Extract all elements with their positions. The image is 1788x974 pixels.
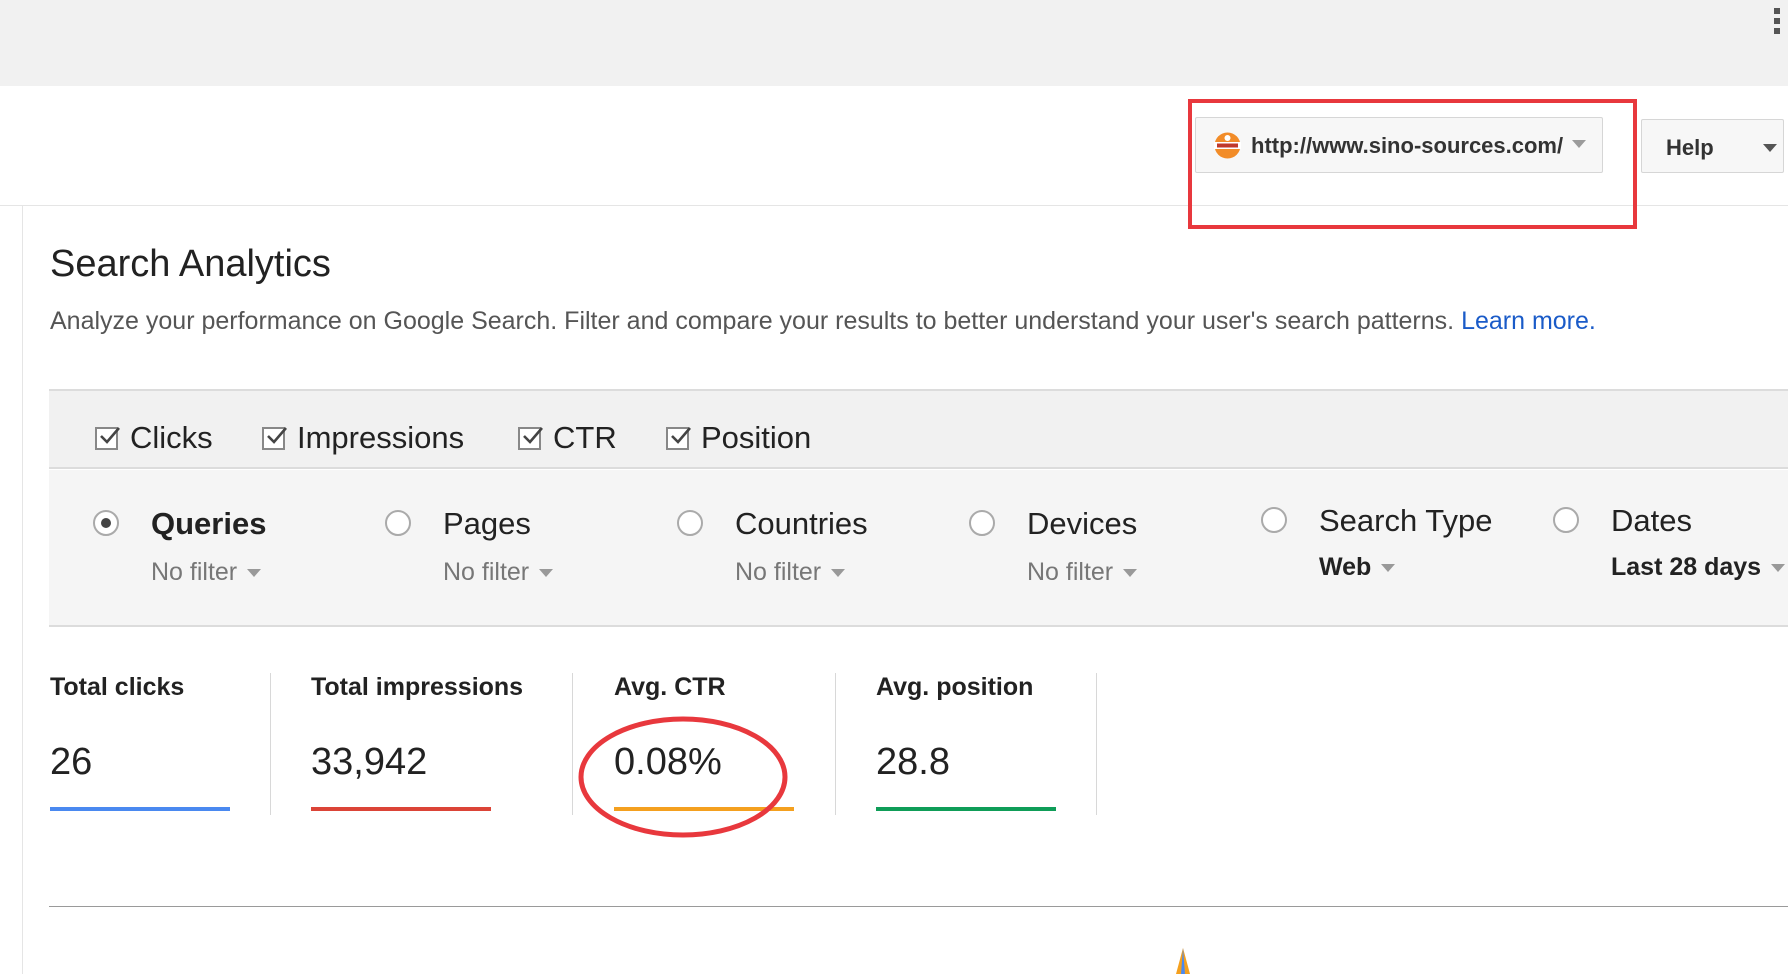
metric-label: Impressions: [297, 420, 465, 455]
metric-checkbox-position[interactable]: Position: [666, 420, 812, 455]
stat-total-impressions[interactable]: Total impressions 33,942: [311, 673, 524, 811]
checkbox-icon[interactable]: [666, 426, 691, 450]
dimension-filter-dropdown[interactable]: No filter: [151, 558, 262, 587]
metrics-bar: Clicks Impressions CTR Position: [49, 389, 1788, 469]
chevron-down-icon: [831, 569, 846, 578]
stat-label: Total impressions: [311, 673, 524, 701]
metric-label: Clicks: [130, 420, 213, 455]
stat-divider: [270, 673, 271, 815]
checkbox-icon[interactable]: [95, 426, 120, 450]
filter-value: No filter: [443, 558, 530, 586]
metric-label: Position: [701, 420, 812, 455]
dimension-name: Pages: [443, 506, 531, 541]
dimension-filter-dropdown[interactable]: No filter: [443, 558, 554, 587]
description-text: Analyze your performance on Google Searc…: [50, 307, 1455, 335]
filter-value: No filter: [735, 558, 822, 586]
chevron-down-icon: [1381, 564, 1396, 573]
dimension-name: Devices: [1027, 506, 1138, 541]
stat-label: Avg. CTR: [614, 673, 726, 701]
filter-value: No filter: [1027, 558, 1114, 586]
radio-icon[interactable]: [385, 510, 411, 536]
stat-total-clicks[interactable]: Total clicks 26: [50, 673, 230, 811]
browser-top-bar: [0, 0, 1788, 86]
stat-color-bar: [311, 807, 491, 811]
help-label: Help: [1666, 135, 1714, 160]
metric-checkbox-impressions[interactable]: Impressions: [262, 420, 465, 455]
checkbox-icon[interactable]: [262, 426, 287, 450]
annotation-highlight-box: [1188, 99, 1637, 229]
dimension-name: Queries: [151, 506, 267, 541]
dimension-filter-dropdown[interactable]: No filter: [735, 558, 846, 587]
annotation-circle: [578, 716, 788, 838]
filter-value: Last 28 days: [1611, 553, 1762, 581]
stat-label: Avg. position: [876, 673, 1034, 701]
stat-value: 33,942: [311, 741, 428, 783]
radio-selected-icon[interactable]: [93, 510, 119, 536]
page-description: Analyze your performance on Google Searc…: [50, 307, 1596, 336]
dimension-name: Dates: [1611, 503, 1692, 538]
dimensions-bar: Queries No filter Pages No filter Countr…: [49, 470, 1788, 627]
more-options-icon[interactable]: [1772, 8, 1782, 44]
stat-divider: [835, 673, 836, 815]
stat-color-bar: [876, 807, 1056, 811]
dimension-name: Search Type: [1319, 503, 1493, 538]
learn-more-link[interactable]: Learn more.: [1461, 307, 1596, 335]
chevron-down-icon: [247, 569, 262, 578]
left-divider: [22, 205, 23, 974]
chevron-down-icon: [1763, 144, 1777, 152]
chevron-down-icon: [539, 569, 554, 578]
chevron-down-icon: [1771, 564, 1786, 573]
stat-avg-position[interactable]: Avg. position 28.8: [876, 673, 1056, 811]
metric-label: CTR: [553, 420, 617, 455]
dimension-filter-dropdown[interactable]: Last 28 days: [1611, 553, 1786, 582]
filter-value: No filter: [151, 558, 238, 586]
metric-checkbox-ctr[interactable]: CTR: [518, 420, 617, 455]
stat-divider: [1096, 673, 1097, 815]
dimension-filter-dropdown[interactable]: Web: [1319, 553, 1396, 582]
stat-label: Total clicks: [50, 673, 185, 701]
checkbox-icon[interactable]: [518, 426, 543, 450]
stat-value: 26: [50, 741, 93, 783]
page-title: Search Analytics: [50, 243, 331, 285]
stat-divider: [572, 673, 573, 815]
radio-icon[interactable]: [1553, 507, 1579, 533]
filter-value: Web: [1319, 553, 1372, 581]
stat-avg-ctr[interactable]: Avg. CTR 0.08%: [614, 673, 794, 811]
chart-top-rule: [49, 906, 1788, 907]
help-button[interactable]: Help: [1641, 119, 1784, 173]
chart-peak-mark: [1176, 948, 1190, 974]
radio-icon[interactable]: [677, 510, 703, 536]
stat-color-bar: [50, 807, 230, 811]
dimension-name: Countries: [735, 506, 868, 541]
radio-icon[interactable]: [969, 510, 995, 536]
dimension-filter-dropdown[interactable]: No filter: [1027, 558, 1138, 587]
radio-icon[interactable]: [1261, 507, 1287, 533]
metric-checkbox-clicks[interactable]: Clicks: [95, 420, 213, 455]
chevron-down-icon: [1123, 569, 1138, 578]
stat-value: 28.8: [876, 741, 950, 783]
